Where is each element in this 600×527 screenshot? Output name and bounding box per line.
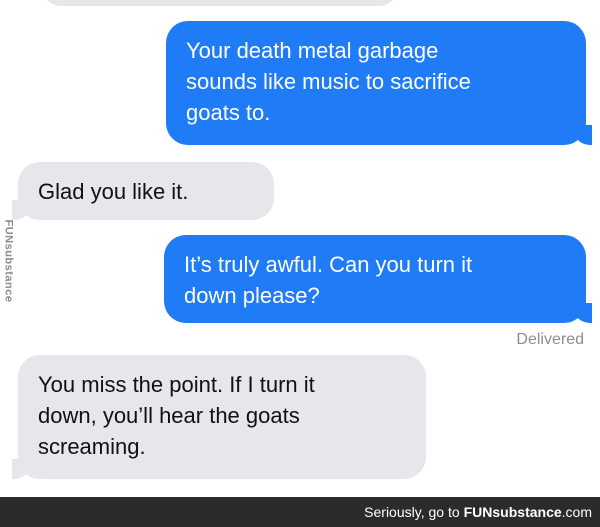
side-watermark: FUNsubstance [2, 219, 15, 303]
delivered-status: Delivered [516, 331, 584, 348]
message-received: You miss the point. If I turn it down, y… [12, 355, 426, 479]
message-received: Glad you like it. [12, 162, 274, 220]
message-received-clipped [40, 0, 400, 6]
footer-domain: .com [561, 504, 592, 520]
message-thread[interactable]: Your death metal garbage sounds like mus… [0, 0, 600, 497]
footer-watermark-bar: Seriously, go to FUNsubstance .com [0, 497, 600, 527]
footer-brand: FUNsubstance [463, 504, 562, 520]
message-sent: Your death metal garbage sounds like mus… [166, 21, 592, 145]
footer-prefix: Seriously, go to [364, 504, 460, 520]
message-sent: It’s truly awful. Can you turn it down p… [164, 235, 592, 323]
